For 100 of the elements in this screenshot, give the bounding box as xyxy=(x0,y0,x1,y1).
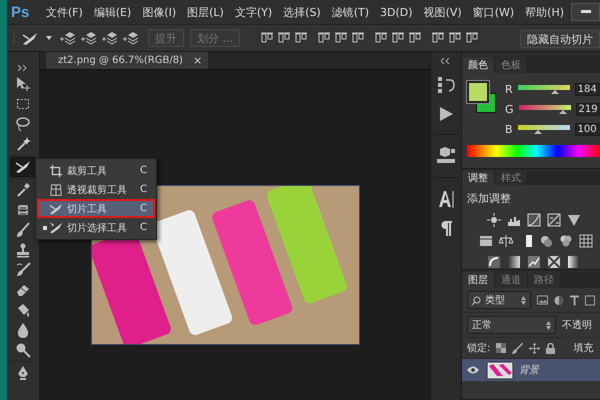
slider-thumb[interactable] xyxy=(551,90,560,94)
flyout-menu-item[interactable]: 裁剪工具 C xyxy=(37,161,155,180)
collapse-icon[interactable] xyxy=(18,65,28,71)
tool-name: 透视裁剪工具 xyxy=(67,184,128,196)
shortcut-key: C xyxy=(140,222,147,233)
lasso-icon xyxy=(15,116,31,132)
minimize-icon xyxy=(580,10,590,14)
menu-item[interactable]: 图像(I) xyxy=(138,4,180,20)
crop-icon xyxy=(49,164,63,178)
color-spectrum[interactable] xyxy=(467,145,600,157)
panel-tab[interactable]: 图层 xyxy=(462,272,495,288)
panel-tab[interactable]: 通道 xyxy=(495,272,528,288)
menu-item[interactable]: 编辑(E) xyxy=(90,4,136,20)
adjustment-icon[interactable] xyxy=(559,234,573,248)
brush-icon[interactable] xyxy=(512,342,524,354)
value-field[interactable]: 219 xyxy=(576,102,600,116)
menu-item[interactable]: 滤镜(T) xyxy=(328,4,374,20)
knife-tool[interactable] xyxy=(10,157,36,177)
image-filter-icon[interactable] xyxy=(537,295,548,305)
eye-icon[interactable] xyxy=(467,366,479,374)
history-icon[interactable] xyxy=(437,76,455,94)
channel-label: R xyxy=(505,82,513,96)
align-icon[interactable] xyxy=(334,31,348,45)
cube-icon[interactable] xyxy=(436,147,456,165)
marquee-icon xyxy=(15,96,31,112)
menu-item[interactable]: 文件(F) xyxy=(42,4,87,20)
channel-label: G xyxy=(505,102,514,116)
value-field[interactable]: 184 xyxy=(574,82,600,96)
close-button[interactable]: × xyxy=(192,54,202,67)
play-icon[interactable] xyxy=(438,106,454,122)
adjustment-icon[interactable] xyxy=(579,234,593,248)
adjustment-icon[interactable] xyxy=(547,255,561,269)
eyedropper-icon xyxy=(15,182,31,198)
arrange-layers-icon[interactable] xyxy=(121,30,139,46)
menu-item[interactable]: 图层(L) xyxy=(183,4,228,20)
arrange-layers-icon[interactable] xyxy=(79,30,97,46)
panel-tab[interactable]: 样式 xyxy=(495,171,528,185)
flyout-menu-item[interactable]: 切片工具 C xyxy=(37,199,155,218)
adjustment-icon[interactable] xyxy=(507,255,521,269)
perspective-crop-icon xyxy=(49,182,63,196)
adjustment-icon[interactable] xyxy=(539,234,553,248)
menu-item[interactable]: 窗口(W) xyxy=(468,4,518,20)
adjustment-icon[interactable] xyxy=(487,255,501,269)
slider-thumb[interactable] xyxy=(534,130,542,134)
adjustment-icon[interactable] xyxy=(527,255,541,269)
adjustment-icon[interactable] xyxy=(567,255,581,269)
magic-wand-icon xyxy=(15,136,31,152)
flyout-menu-item[interactable]: 透视裁剪工具 C xyxy=(37,180,155,199)
align-icon[interactable] xyxy=(448,31,462,45)
menu-item[interactable]: 视图(V) xyxy=(420,4,466,20)
menu-item[interactable]: 帮助(H) xyxy=(521,4,568,20)
align-icon[interactable] xyxy=(374,31,388,45)
expand-icon[interactable] xyxy=(441,58,451,64)
caret-icon[interactable] xyxy=(46,36,52,40)
align-icon[interactable] xyxy=(294,31,308,45)
align-icon[interactable] xyxy=(351,31,365,45)
align-icon[interactable] xyxy=(465,31,479,45)
menu-item[interactable]: 3D(D) xyxy=(376,6,417,18)
character-icon[interactable] xyxy=(438,190,454,208)
lock-pixels-icon[interactable] xyxy=(496,343,506,353)
adjustment-icon[interactable] xyxy=(479,234,493,248)
flyout-menu-item[interactable]: 切片选择工具 C xyxy=(37,218,155,237)
panel-tab[interactable]: 调整 xyxy=(462,171,495,185)
align-icon[interactable] xyxy=(431,31,445,45)
align-icon[interactable] xyxy=(391,31,405,45)
align-icon[interactable] xyxy=(317,31,331,45)
dodge-icon xyxy=(15,342,31,358)
knife-icon xyxy=(15,159,31,175)
type-filter-icon[interactable] xyxy=(570,294,579,306)
grip-icon xyxy=(13,30,16,46)
adjustment-icon[interactable] xyxy=(567,213,581,227)
arrange-layers-icon[interactable] xyxy=(58,30,76,46)
panel-tab[interactable]: 色板 xyxy=(495,57,528,73)
filter-dropdown[interactable]: 类型 xyxy=(467,291,531,309)
knife-icon[interactable] xyxy=(22,31,40,45)
shape-filter-icon[interactable] xyxy=(585,294,595,306)
align-icon[interactable] xyxy=(277,31,291,45)
layer-row[interactable]: 背景 xyxy=(462,359,600,381)
hide-auto-slices-button[interactable]: 隐藏自动切片 xyxy=(520,30,600,48)
eraser-icon xyxy=(15,282,31,298)
slider-thumb[interactable] xyxy=(559,110,568,114)
value-field[interactable]: 100 xyxy=(574,122,600,136)
move-icon[interactable] xyxy=(529,342,540,354)
minimize-button[interactable] xyxy=(571,3,600,21)
align-icon[interactable] xyxy=(260,31,274,45)
document-tab[interactable]: zt2.png @ 66.7%(RGB/8) × xyxy=(46,52,208,69)
paint-bucket-icon xyxy=(15,302,31,318)
menu-item[interactable]: 选择(S) xyxy=(279,4,325,20)
adjustment-filter-icon[interactable] xyxy=(554,294,564,306)
lock-icon[interactable] xyxy=(546,342,556,354)
arrange-layers-icon[interactable] xyxy=(100,30,118,46)
menu-item[interactable]: 文字(Y) xyxy=(230,4,276,20)
align-icon[interactable] xyxy=(408,31,422,45)
patch-icon xyxy=(15,202,31,218)
blend-mode-dropdown[interactable]: 正常 xyxy=(467,316,556,334)
paragraph-icon[interactable] xyxy=(440,220,452,236)
pen-nib-icon xyxy=(15,365,31,381)
foreground-swatch[interactable] xyxy=(467,81,489,103)
panel-tab[interactable]: 颜色 xyxy=(462,57,495,73)
panel-tab[interactable]: 路径 xyxy=(528,272,561,288)
